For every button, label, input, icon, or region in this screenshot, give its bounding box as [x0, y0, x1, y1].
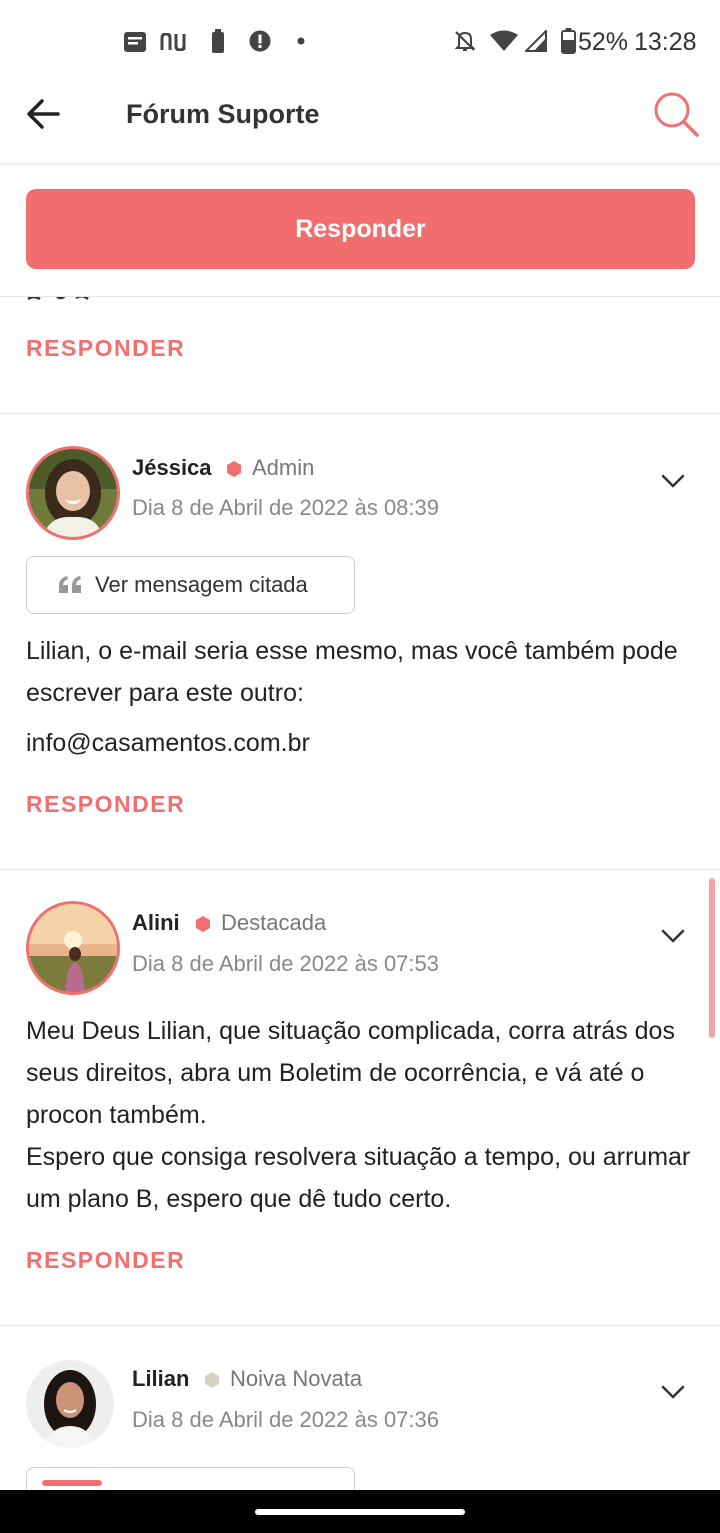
reply-bar: Responder [0, 165, 720, 297]
post-body: Lilian, o e-mail seria esse mesmo, mas v… [26, 637, 678, 707]
search-icon [654, 92, 699, 137]
post-date: Dia 8 de Abril de 2022 às 07:53 [132, 951, 440, 976]
author-name[interactable]: Jéssica [132, 455, 212, 481]
signal-icon [525, 30, 547, 52]
home-gesture-handle[interactable] [255, 1509, 465, 1515]
back-button[interactable] [22, 94, 66, 134]
dot-icon [297, 37, 305, 45]
post-date: Dia 8 de Abril de 2022 às 08:39 [132, 495, 440, 520]
search-button[interactable] [652, 88, 702, 138]
post-email[interactable]: info@casamentos.com.br [26, 722, 696, 764]
battery-saver-icon [212, 29, 224, 53]
system-navigation-bar [0, 1490, 720, 1533]
battery-icon [561, 28, 576, 54]
post-divider [0, 869, 720, 870]
arrow-left-icon [27, 99, 60, 129]
author-role: Destacada [221, 910, 327, 935]
quote-icon [59, 576, 81, 593]
post-divider [0, 413, 720, 414]
post-body-continued: Espero que consiga resolvera situação a … [26, 1143, 691, 1213]
post-date: Dia 8 de Abril de 2022 às 07:36 [132, 1407, 440, 1432]
chevron-down-icon[interactable] [660, 472, 686, 490]
author-name[interactable]: Alini [132, 910, 180, 936]
chevron-down-icon[interactable] [660, 1383, 686, 1401]
reply-link[interactable]: RESPONDER [26, 791, 185, 818]
level-badge-icon [205, 1372, 219, 1388]
wifi-icon [490, 30, 518, 51]
battery-percentage: 52% [578, 28, 629, 56]
admin-badge-icon [227, 461, 241, 477]
post-divider [0, 1325, 720, 1326]
author-name[interactable]: Lilian [132, 1366, 189, 1392]
quote-accent-bar [42, 1480, 102, 1486]
view-quoted-message-button[interactable]: Ver mensagem citada [26, 556, 355, 614]
avatar[interactable] [26, 446, 120, 540]
clock: 13:28 [634, 28, 697, 56]
reply-link[interactable]: RESPONDER [26, 335, 185, 362]
page-title: Fórum Suporte [126, 99, 320, 129]
post-body: Meu Deus Lilian, que situação complicada… [26, 1017, 675, 1129]
message-icon [124, 32, 146, 52]
nubank-icon [160, 33, 186, 51]
mute-icon [454, 31, 476, 51]
author-role: Noiva Novata [230, 1366, 363, 1391]
author-role: Admin [252, 455, 315, 480]
view-quoted-message-button[interactable] [26, 1467, 355, 1490]
avatar[interactable] [26, 1360, 114, 1448]
avatar[interactable] [26, 901, 120, 995]
app-header: Fórum Suporte [0, 84, 720, 164]
quote-label: Ver mensagem citada [95, 572, 308, 597]
chevron-down-icon[interactable] [660, 927, 686, 945]
thread-content: RESPONDER Jéssica Admin Dia 8 de Abril d… [0, 297, 720, 1490]
scrollbar[interactable] [709, 878, 715, 1038]
reply-button[interactable]: Responder [26, 189, 695, 269]
highlight-badge-icon [196, 916, 210, 932]
reply-link[interactable]: RESPONDER [26, 1247, 185, 1274]
alert-icon [249, 30, 271, 52]
truncated-text-fragment [26, 297, 146, 301]
status-bar: 52% 13:28 [0, 0, 720, 84]
